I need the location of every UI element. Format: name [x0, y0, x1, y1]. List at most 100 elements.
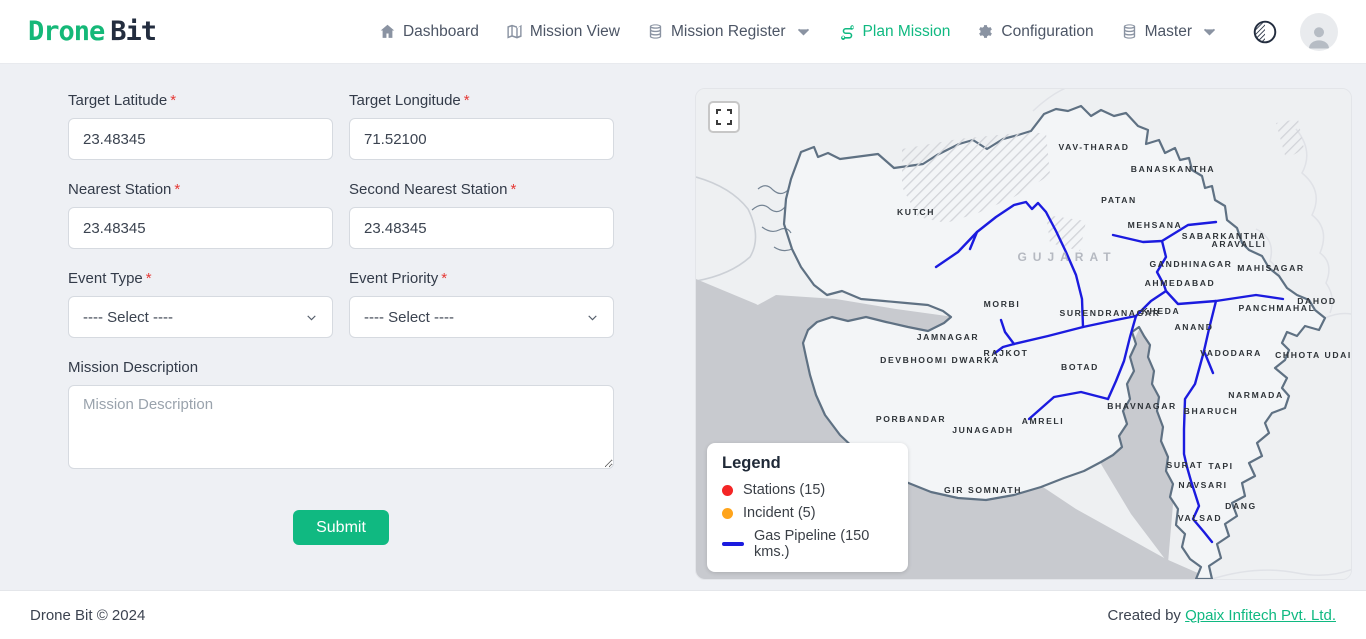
theme-contrast-icon[interactable] [1252, 19, 1278, 45]
nav-master[interactable]: Master [1121, 23, 1218, 41]
map-icon [506, 23, 523, 40]
mission-description-textarea[interactable] [68, 385, 614, 469]
company-link[interactable]: Qpaix Infitech Pvt. Ltd. [1185, 607, 1336, 624]
nav-label: Dashboard [403, 23, 479, 41]
fullscreen-icon [716, 109, 732, 125]
legend-label: Stations (15) [743, 482, 825, 498]
gear-icon [977, 23, 994, 40]
state-watermark: GUJARAT [1017, 250, 1116, 264]
legend-item-incident: Incident (5) [722, 505, 893, 521]
field-second-nearest-station: Second Nearest Station* [349, 181, 614, 249]
district-label: AMRELI [1022, 416, 1065, 426]
district-label: SURAT [1167, 460, 1204, 470]
district-label: BHARUCH [1184, 406, 1239, 416]
map-legend: Legend Stations (15) Incident (5) Gas Pi… [707, 443, 908, 572]
district-label: BANASKANTHA [1131, 164, 1215, 174]
target-latitude-label: Target Latitude* [68, 92, 333, 109]
event-priority-select[interactable]: ---- Select ---- [349, 296, 614, 338]
target-longitude-label: Target Longitude* [349, 92, 614, 109]
field-mission-description: Mission Description [68, 359, 614, 474]
brand-logo-primary: Drone [28, 16, 104, 47]
required-asterisk: * [174, 181, 180, 198]
event-type-selected-value: ---- Select ---- [83, 309, 173, 326]
district-label: JUNAGADH [952, 425, 1014, 435]
event-type-select[interactable]: ---- Select ---- [68, 296, 333, 338]
mission-map[interactable]: GUJARATVAV-THARADBANASKANTHAKUTCHPATANME… [695, 88, 1352, 580]
page-content: Target Latitude* Target Longitude* Neare… [0, 64, 1366, 590]
field-event-priority: Event Priority* ---- Select ---- [349, 270, 614, 338]
district-label: NAVSARI [1178, 480, 1227, 490]
field-target-longitude: Target Longitude* [349, 92, 614, 160]
district-label: PORBANDAR [876, 414, 946, 424]
required-asterisk: * [170, 92, 176, 109]
user-avatar[interactable] [1300, 13, 1338, 51]
chevron-down-icon [795, 23, 812, 40]
district-label: GANDHINAGAR [1149, 259, 1232, 269]
field-nearest-station: Nearest Station* [68, 181, 333, 249]
nav-label: Plan Mission [863, 23, 951, 41]
database-icon [647, 23, 664, 40]
district-label: KHEDA [1142, 306, 1181, 316]
district-label: MAHISAGAR [1237, 263, 1304, 273]
nav-configuration[interactable]: Configuration [977, 23, 1093, 41]
route-icon [839, 23, 856, 40]
district-label: MEHSANA [1128, 220, 1183, 230]
target-longitude-input[interactable] [349, 118, 614, 160]
district-label: ANAND [1174, 322, 1213, 332]
second-nearest-station-label: Second Nearest Station* [349, 181, 614, 198]
district-label: VADODARA [1200, 348, 1262, 358]
footer-credits: Created by Qpaix Infitech Pvt. Ltd. [1108, 607, 1336, 624]
nav-label: Configuration [1001, 23, 1093, 41]
required-asterisk: * [510, 181, 516, 198]
legend-swatch-1 [722, 508, 733, 519]
footer-copyright: Drone Bit © 2024 [30, 607, 145, 624]
legend-swatch-2 [722, 542, 744, 546]
nav-label: Mission Register [671, 23, 786, 41]
required-asterisk: * [464, 92, 470, 109]
legend-swatch-0 [722, 485, 733, 496]
legend-item-gas-pipeline: Gas Pipeline (150 kms.) [722, 528, 893, 560]
district-label: DANG [1225, 501, 1257, 511]
nav-plan-mission[interactable]: Plan Mission [839, 23, 951, 41]
brand-logo[interactable]: DroneBit [28, 16, 156, 47]
chevron-down-icon [586, 311, 599, 324]
district-label: BOTAD [1061, 362, 1099, 372]
district-label: MORBI [984, 299, 1021, 309]
header-controls [1252, 13, 1338, 51]
event-type-label: Event Type* [68, 270, 333, 287]
brand-logo-secondary: Bit [110, 16, 156, 47]
database-icon [1121, 23, 1138, 40]
district-label: KUTCH [897, 207, 935, 217]
district-label: PANCHMAHAL [1239, 303, 1316, 313]
event-priority-label: Event Priority* [349, 270, 614, 287]
district-label: VALSAD [1178, 513, 1222, 523]
fullscreen-button[interactable] [708, 101, 740, 133]
nav-label: Master [1145, 23, 1192, 41]
legend-item-stations: Stations (15) [722, 482, 893, 498]
footer: Drone Bit © 2024 Created by Qpaix Infite… [0, 590, 1366, 639]
top-navbar: DroneBit Dashboard Mission View Mission … [0, 0, 1366, 64]
district-label: CHHOTA UDAIPUR [1275, 350, 1352, 360]
mission-description-label: Mission Description [68, 359, 614, 376]
legend-title: Legend [722, 454, 893, 473]
nav-mission-view[interactable]: Mission View [506, 23, 620, 41]
second-nearest-station-input[interactable] [349, 207, 614, 249]
event-priority-selected-value: ---- Select ---- [364, 309, 454, 326]
nearest-station-input[interactable] [68, 207, 333, 249]
nav-label: Mission View [530, 23, 620, 41]
district-label: GIR SOMNATH [944, 485, 1022, 495]
plan-mission-form: Target Latitude* Target Longitude* Neare… [68, 92, 614, 545]
submit-button[interactable]: Submit [293, 510, 389, 545]
district-label: AHMEDABAD [1145, 278, 1216, 288]
nav-dashboard[interactable]: Dashboard [379, 23, 479, 41]
nav-mission-register[interactable]: Mission Register [647, 23, 812, 41]
district-label: NARMADA [1228, 390, 1284, 400]
district-label: TAPI [1208, 461, 1233, 471]
chevron-down-icon [305, 311, 318, 324]
district-label: VAV-THARAD [1058, 142, 1129, 152]
person-icon [1304, 21, 1334, 51]
field-target-latitude: Target Latitude* [68, 92, 333, 160]
nearest-station-label: Nearest Station* [68, 181, 333, 198]
target-latitude-input[interactable] [68, 118, 333, 160]
required-asterisk: * [441, 270, 447, 287]
